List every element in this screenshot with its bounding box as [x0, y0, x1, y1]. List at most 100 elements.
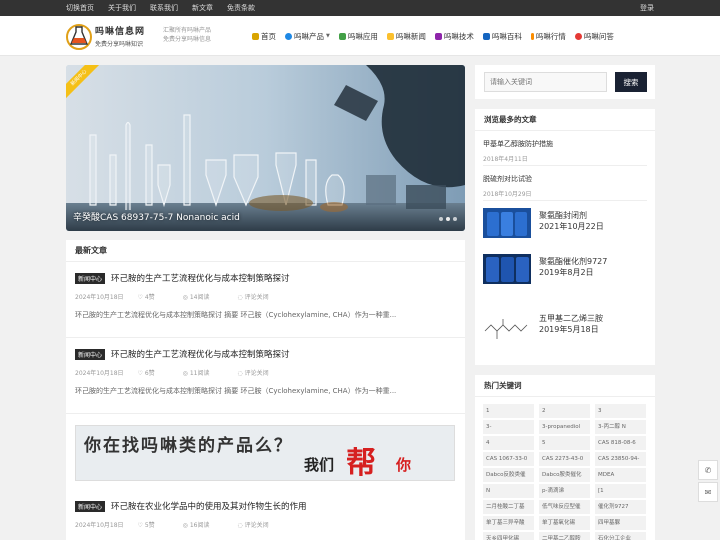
top-link-home[interactable]: 切换首页 [66, 0, 94, 16]
search-input[interactable] [484, 72, 607, 92]
slider-dot[interactable] [453, 217, 457, 221]
keyword-tag[interactable]: 单丁基三异辛酸 [483, 516, 534, 530]
nav-item-news[interactable]: 吗啉新闻 [386, 31, 426, 42]
search-button[interactable]: 搜索 [615, 72, 647, 92]
popular-title[interactable]: 脱硫剂对比试验 [483, 174, 647, 184]
slider-dot[interactable] [439, 217, 443, 221]
ad-banner[interactable]: 你在找吗啉类的产品么？ 我们 帮 你 [75, 425, 455, 481]
logo-title: 吗啉信息网 [95, 27, 146, 37]
site-logo[interactable]: 吗啉信息网 免费分享吗啉知识 [66, 21, 160, 51]
keyword-tag[interactable]: 二月桂酸二丁基 [483, 500, 534, 514]
floating-toolbar: ✆ ✉ [698, 460, 718, 504]
keyword-tag[interactable]: CAS 23850-94- [595, 452, 646, 466]
keyword-tag[interactable]: 3- [483, 420, 534, 434]
top-link-contact[interactable]: 联系我们 [150, 0, 178, 16]
nav-item-market[interactable]: 吗啉行情 [530, 31, 566, 42]
nav-item-applications[interactable]: 吗啉应用 [338, 31, 378, 42]
popular-title[interactable]: 甲基单乙醇胺防护措施 [483, 139, 647, 149]
widget-heading: 浏览最多的文章 [475, 109, 655, 131]
keyword-tag[interactable]: 4 [483, 436, 534, 450]
keyword-tag[interactable]: N [483, 484, 534, 498]
question-icon [574, 32, 582, 40]
slider-dot[interactable] [446, 217, 450, 221]
keyword-tag[interactable]: 1 [483, 404, 534, 418]
drum-thumbnail[interactable] [483, 208, 531, 238]
keyword-tag[interactable]: 2 [539, 404, 590, 418]
popular-item[interactable]: 五甲基二乙烯三胺 2019年5月18日 [539, 313, 639, 335]
category-tag[interactable]: 新闻中心 [75, 272, 106, 284]
hero-slider[interactable]: 新闻中心 辛癸酸CAS 68937-75-7 Nonanoic acid [66, 65, 465, 231]
article-date: 2024年10月18日 [75, 294, 124, 301]
article-excerpt: 环己胺的生产工艺流程优化与成本控制策略探讨 摘要 环己胺（Cyclohexyla… [75, 311, 397, 319]
keyword-grid: 1 2 3 3- 3-propanediol 3-丙二醇 N 4 5 CAS 8… [483, 404, 648, 540]
keyword-tag[interactable]: 催化剂9727 [595, 500, 646, 514]
popular-title[interactable]: 五甲基二乙烯三胺 [539, 313, 639, 324]
banner-text-help: 帮 [346, 446, 376, 481]
keyword-tag[interactable]: [1 [595, 484, 646, 498]
nav-label: 吗啉新闻 [395, 31, 426, 41]
keyword-tag[interactable]: MDEA [595, 468, 646, 482]
keyword-tag[interactable]: CAS 1067-33-0 [483, 452, 534, 466]
keyword-tag[interactable]: 3 [595, 404, 646, 418]
divider [483, 200, 647, 201]
keyword-tag[interactable]: 天乡四甲化锡 [483, 532, 534, 540]
popular-item[interactable]: 聚氨酯封闭剂 2021年10月22日 [539, 210, 639, 232]
popular-title[interactable]: 聚氨酯封闭剂 [539, 210, 639, 221]
slider-caption[interactable]: 辛癸酸CAS 68937-75-7 Nonanoic acid [73, 210, 240, 223]
keyword-tag[interactable]: Dabco胺类催化 [539, 468, 590, 482]
keyword-tag[interactable]: 3-丙二醇 N [595, 420, 646, 434]
hot-keywords-widget: 热门关键词 1 2 3 3- 3-propanediol 3-丙二醇 N 4 5… [475, 375, 655, 540]
nav-item-technology[interactable]: 吗啉技术 [434, 31, 474, 42]
slogan: 汇聚所有吗啉产品 免费分享吗啉信息 [163, 26, 211, 44]
popular-item[interactable]: 聚氨酯催化剂9727 2019年8月2日 [539, 256, 639, 278]
grad-cap-icon [434, 32, 442, 40]
keyword-tag[interactable]: 3-propanediol [539, 420, 590, 434]
structure-thumbnail[interactable] [483, 313, 531, 343]
nav-item-encyclopedia[interactable]: 吗啉百科 [482, 31, 522, 42]
popular-date: 2018年10月29日 [483, 191, 532, 198]
keyword-tag[interactable]: 石化分工企业 [595, 532, 646, 540]
login-link[interactable]: 登录 [640, 0, 654, 16]
nav-item-qa[interactable]: 吗啉问答 [574, 31, 614, 42]
keyword-tag[interactable]: 低气味反应型催 [539, 500, 590, 514]
nav-label: 吗啉百科 [491, 31, 522, 41]
keyword-tag[interactable]: 单丁基氧化锡 [539, 516, 590, 530]
keyword-tag[interactable]: Dabco反胶类催 [483, 468, 534, 482]
main-nav: 首页 吗啉产品 ▼ 吗啉应用 吗啉新闻 吗啉技术 吗啉百科 吗啉行情 吗啉问答 [252, 16, 623, 56]
view-count: ◎ 11阅读 [182, 370, 210, 377]
nav-item-products[interactable]: 吗啉产品 ▼ [285, 31, 330, 42]
popular-date: 2019年8月2日 [539, 268, 594, 277]
slogan-line-1: 汇聚所有吗啉产品 [163, 27, 212, 34]
nav-item-home[interactable]: 首页 [252, 31, 276, 42]
keyword-tag[interactable]: CAS 2273-43-0 [539, 452, 590, 466]
keyword-tag[interactable]: p-滴滴涕 [539, 484, 590, 498]
category-tag[interactable]: 新闻中心 [75, 500, 106, 512]
category-tag[interactable]: 新闻中心 [75, 348, 106, 360]
top-link-new-articles[interactable]: 新文章 [192, 0, 213, 16]
popular-item[interactable]: 脱硫剂对比试验 2018年10月29日 [483, 174, 647, 198]
search-widget: 搜索 [475, 65, 655, 99]
keyword-tag[interactable]: 四甲基脲 [595, 516, 646, 530]
book-icon [482, 32, 490, 40]
article-title[interactable]: 环己胺在农业化学品中的使用及其对作物生长的作用 [111, 500, 307, 512]
drum-thumbnail[interactable] [483, 254, 531, 284]
article-title[interactable]: 环己胺的生产工艺流程优化与成本控制策略探讨 [111, 272, 290, 284]
keyword-tag[interactable]: 5 [539, 436, 590, 450]
keyword-tag[interactable]: 二甲基二乙醇胺 [539, 532, 590, 540]
popular-item[interactable]: 甲基单乙醇胺防护措施 2018年4月11日 [483, 139, 647, 163]
article-item: 新闻中心 环己胺的生产工艺流程优化与成本控制策略探讨 2024年10月18日 ♡… [75, 348, 456, 396]
view-count: ◎ 14阅读 [182, 294, 210, 301]
wechat-icon[interactable]: ✉ [698, 482, 718, 502]
top-links: 切换首页 关于我们 联系我们 新文章 免责条款 [66, 0, 269, 16]
top-link-disclaimer[interactable]: 免责条款 [227, 0, 255, 16]
globe-icon [285, 32, 292, 40]
phone-icon[interactable]: ✆ [698, 460, 718, 480]
nav-label: 吗啉应用 [347, 31, 378, 41]
popular-title[interactable]: 聚氨酯催化剂9727 [539, 256, 639, 267]
lab-glassware-image [66, 65, 465, 231]
popular-date: 2019年5月18日 [539, 325, 599, 334]
top-link-about[interactable]: 关于我们 [108, 0, 136, 16]
like-count: ♡ 5赞 [137, 522, 155, 529]
article-title[interactable]: 环己胺的生产工艺流程优化与成本控制策略探讨 [111, 348, 290, 360]
keyword-tag[interactable]: CAS 818-08-6 [595, 436, 646, 450]
